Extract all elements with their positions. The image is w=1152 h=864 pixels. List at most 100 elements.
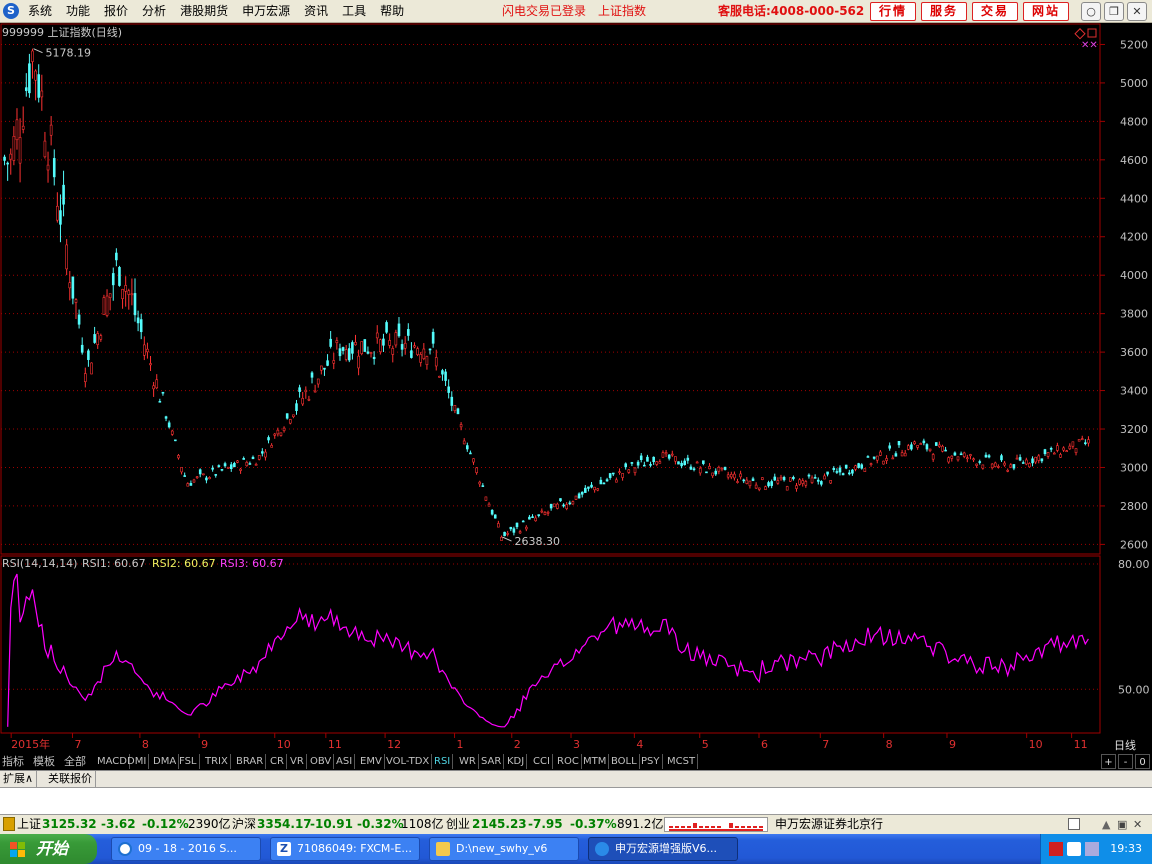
website-button[interactable]: 网站 <box>1023 2 1069 21</box>
indicator-tab-rsi[interactable]: RSI <box>432 754 454 769</box>
tab-indicators[interactable]: 指标 <box>2 754 24 769</box>
indicator-tab-fsl[interactable]: FSL <box>177 754 200 769</box>
lock-toggle-icon[interactable]: ▣ <box>1117 815 1127 834</box>
candle <box>288 418 292 425</box>
minimize-icon[interactable]: ○ <box>1081 2 1101 21</box>
hs-index-name[interactable]: 沪深 <box>232 815 256 834</box>
menu-tools[interactable]: 工具 <box>335 0 373 23</box>
menu-function[interactable]: 功能 <box>59 0 97 23</box>
sh-index-name[interactable]: 上证 <box>17 815 41 834</box>
menu-system[interactable]: 系统 <box>28 0 59 23</box>
indicator-tab-vr[interactable]: VR <box>288 754 307 769</box>
candle <box>133 278 137 322</box>
task-folder[interactable]: D:\new_swhy_v6 <box>429 837 579 861</box>
candle <box>894 451 898 457</box>
indicator-tab-mtm[interactable]: MTM <box>581 754 610 769</box>
menu-help[interactable]: 帮助 <box>373 0 411 23</box>
candle <box>65 239 68 276</box>
chart-area[interactable]: 5178.19 2638.30 2600 2800 3000 3200 3400 3600 3… <box>0 23 1152 753</box>
period-label[interactable]: 日线 <box>1114 738 1136 752</box>
reset-button[interactable]: 0 <box>1135 754 1150 769</box>
indicator-tab-vol-tdx[interactable]: VOL-TDX <box>384 754 433 769</box>
volume-icon[interactable] <box>1085 842 1099 856</box>
trade-button[interactable]: 交易 <box>972 2 1018 21</box>
candle <box>1040 458 1044 464</box>
tab-all[interactable]: 全部 <box>64 754 86 769</box>
candle <box>646 454 649 462</box>
candle <box>590 481 593 489</box>
indicator-tab-asi[interactable]: ASI <box>334 754 356 769</box>
indicator-tab-sar[interactable]: SAR <box>479 754 505 769</box>
candle <box>714 468 718 476</box>
candle <box>1015 454 1019 460</box>
indicator-tab-dmi[interactable]: DMI <box>125 754 150 769</box>
network-icon[interactable] <box>1067 842 1081 856</box>
cross-icon[interactable]: ✕✕ <box>1081 40 1098 51</box>
indicator-tab-kdj[interactable]: KDJ <box>505 754 528 769</box>
start-button[interactable]: 开始 <box>0 834 97 864</box>
chart-tool-icons[interactable]: ✕✕ <box>1074 28 1098 51</box>
candle <box>21 106 25 134</box>
indicator-tab-boll[interactable]: BOLL <box>609 754 640 769</box>
candle <box>450 391 454 412</box>
indicator-tab-emv[interactable]: EMV <box>358 754 385 769</box>
indicator-tab-wr[interactable]: WR <box>457 754 479 769</box>
indicator-tab-psy[interactable]: PSY <box>639 754 663 769</box>
current-index-name[interactable]: 上证指数 <box>598 0 646 22</box>
notepad-icon[interactable] <box>1068 818 1080 830</box>
candle <box>848 469 851 476</box>
menu-quote[interactable]: 报价 <box>97 0 135 23</box>
task-label: D:\new_swhy_v6 <box>456 842 548 855</box>
task-browser[interactable]: 09 - 18 - 2016 S... <box>111 837 261 861</box>
indicator-tab-cr[interactable]: CR <box>268 754 287 769</box>
menu-analysis[interactable]: 分析 <box>135 0 173 23</box>
candle <box>649 461 652 468</box>
candle <box>506 530 509 537</box>
indicator-tab-roc[interactable]: ROC <box>555 754 582 769</box>
candle <box>347 343 351 363</box>
candle <box>326 354 329 367</box>
related-quotes-tab[interactable]: 关联报价 <box>45 771 96 787</box>
app-tray-icon[interactable] <box>1049 842 1063 856</box>
candle <box>568 500 572 506</box>
restore-icon[interactable]: ❐ <box>1104 2 1124 21</box>
tab-templates[interactable]: 模板 <box>33 754 55 769</box>
task-fxcm[interactable]: Z 71086049: FXCM-E... <box>270 837 420 861</box>
menu-news[interactable]: 资讯 <box>297 0 335 23</box>
task-swhy[interactable]: 申万宏源增强版V6... <box>588 837 738 861</box>
service-button[interactable]: 服务 <box>921 2 967 21</box>
rsi-series[interactable] <box>7 573 1089 728</box>
settings-icon[interactable]: ✕ <box>1133 815 1142 834</box>
expand-tab[interactable]: 扩展∧ <box>0 771 38 787</box>
indicator-tab-mcst[interactable]: MCST <box>665 754 699 769</box>
candle <box>652 456 655 465</box>
indicator-tab-dma[interactable]: DMA <box>151 754 180 769</box>
candle <box>931 452 935 462</box>
zoom-out-button[interactable]: - <box>1118 754 1133 769</box>
candle <box>31 48 34 79</box>
indicator-tab-trix[interactable]: TRIX <box>203 754 231 769</box>
diamond-icon[interactable] <box>1074 28 1086 40</box>
menu-swhy[interactable]: 申万宏源 <box>235 0 297 23</box>
cy-index-name[interactable]: 创业 <box>446 815 470 834</box>
signal-icon[interactable]: ▲ <box>1102 815 1110 834</box>
candle <box>987 453 991 459</box>
menu-hk-futures[interactable]: 港股期货 <box>173 0 235 23</box>
app-logo-icon[interactable]: S <box>3 3 19 19</box>
candle <box>875 455 879 464</box>
price-tick-label: 4400 <box>1120 192 1148 205</box>
window-icon[interactable] <box>1087 28 1097 38</box>
market-button[interactable]: 行情 <box>870 2 916 21</box>
indicator-tab-obv[interactable]: OBV <box>308 754 335 769</box>
zoom-in-button[interactable]: + <box>1101 754 1116 769</box>
candle <box>689 464 693 471</box>
close-icon[interactable]: ✕ <box>1127 2 1147 21</box>
candlestick-series[interactable]: 5178.19 2638.30 <box>3 47 1090 548</box>
candle <box>844 464 848 470</box>
indicator-tab-brar[interactable]: BRAR <box>234 754 267 769</box>
candle <box>723 466 727 471</box>
candle <box>773 473 777 481</box>
candle <box>742 478 746 484</box>
indicator-tab-cci[interactable]: CCI <box>531 754 553 769</box>
candle <box>559 498 562 502</box>
